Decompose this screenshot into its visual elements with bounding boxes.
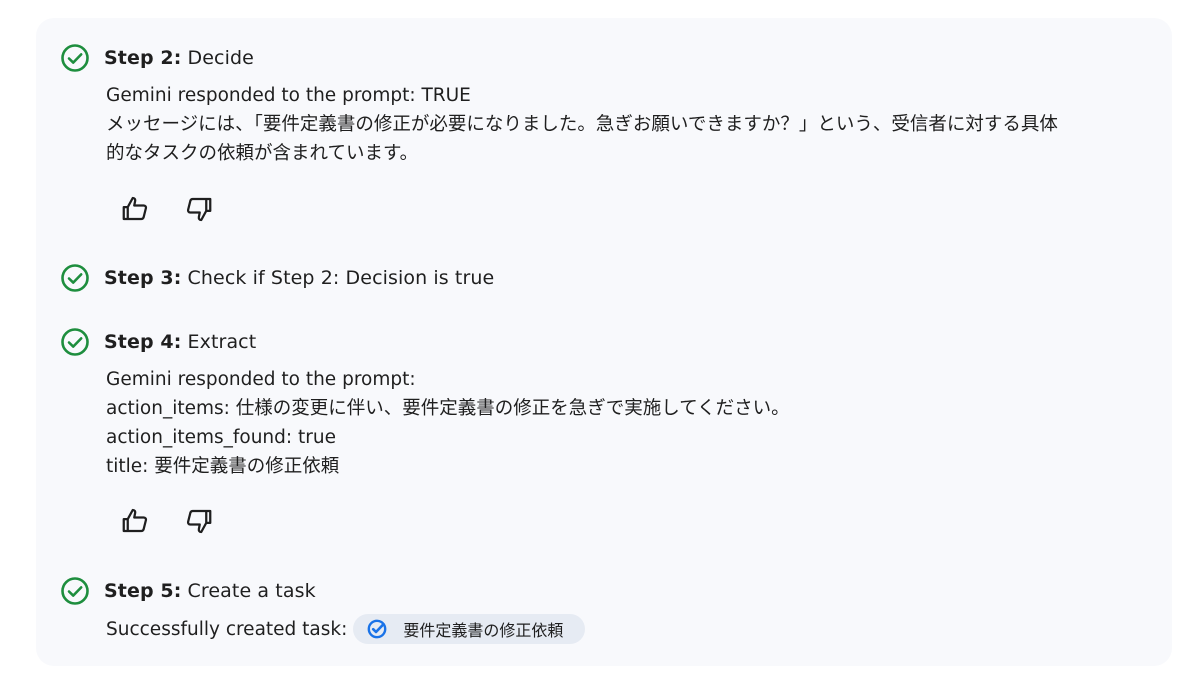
response-line: title: 要件定義書の修正依頼	[106, 456, 340, 477]
thumbs-down-button[interactable]	[182, 504, 216, 538]
thumbs-down-icon	[186, 509, 212, 534]
check-circle-icon	[61, 328, 89, 356]
task-chip[interactable]: 要件定義書の修正依頼	[353, 614, 586, 644]
step-2-response: Gemini responded to the prompt: TRUE メッセ…	[106, 81, 1058, 168]
step-label: Step 3:	[104, 267, 182, 289]
response-line: メッセージには、「要件定義書の修正が必要になりました。急ぎお願いできますか？」と…	[106, 114, 1058, 135]
step-label: Step 4:	[104, 331, 182, 353]
step-2-title: Step 2: Decide	[104, 47, 254, 69]
response-line: 的なタスクの依頼が含まれています。	[106, 143, 419, 164]
thumbs-up-button[interactable]	[118, 504, 152, 538]
step-name: Decide	[187, 47, 254, 69]
step-2-feedback	[118, 192, 216, 226]
check-circle-icon	[61, 577, 89, 605]
step-label: Step 2:	[104, 47, 182, 69]
step-name: Create a task	[187, 580, 316, 602]
check-circle-icon	[61, 44, 89, 72]
task-result: Successfully created task: 要件定義書の修正依頼	[106, 614, 586, 644]
task-check-icon	[367, 619, 387, 639]
step-2-header: Step 2: Decide	[60, 43, 254, 73]
step-name: Check if Step 2: Decision is true	[187, 267, 495, 289]
task-chip-label: 要件定義書の修正依頼	[403, 621, 564, 640]
step-4-response: Gemini responded to the prompt: action_i…	[106, 365, 790, 481]
step-4-feedback	[118, 504, 216, 538]
step-5-title: Step 5: Create a task	[104, 580, 316, 602]
step-3-title: Step 3: Check if Step 2: Decision is tru…	[104, 267, 494, 289]
task-result-text: Successfully created task:	[106, 618, 348, 640]
step-name: Extract	[187, 331, 257, 353]
step-5-header: Step 5: Create a task	[60, 576, 316, 606]
response-line: action_items_found: true	[106, 427, 336, 448]
thumbs-up-button[interactable]	[118, 192, 152, 226]
check-circle-icon	[61, 264, 89, 292]
response-line: action_items: 仕様の変更に伴い、要件定義書の修正を急ぎで実施してく…	[106, 398, 790, 419]
step-4-header: Step 4: Extract	[60, 327, 256, 357]
step-3-header: Step 3: Check if Step 2: Decision is tru…	[60, 263, 494, 293]
response-line: Gemini responded to the prompt:	[106, 369, 416, 390]
step-label: Step 5:	[104, 580, 182, 602]
step-4-title: Step 4: Extract	[104, 331, 256, 353]
thumbs-down-icon	[186, 197, 212, 222]
thumbs-up-icon	[122, 196, 148, 221]
response-line: Gemini responded to the prompt: TRUE	[106, 85, 471, 106]
flow-activity-panel: Step 2: Decide Gemini responded to the p…	[36, 18, 1172, 666]
thumbs-up-icon	[122, 508, 148, 533]
thumbs-down-button[interactable]	[182, 192, 216, 226]
